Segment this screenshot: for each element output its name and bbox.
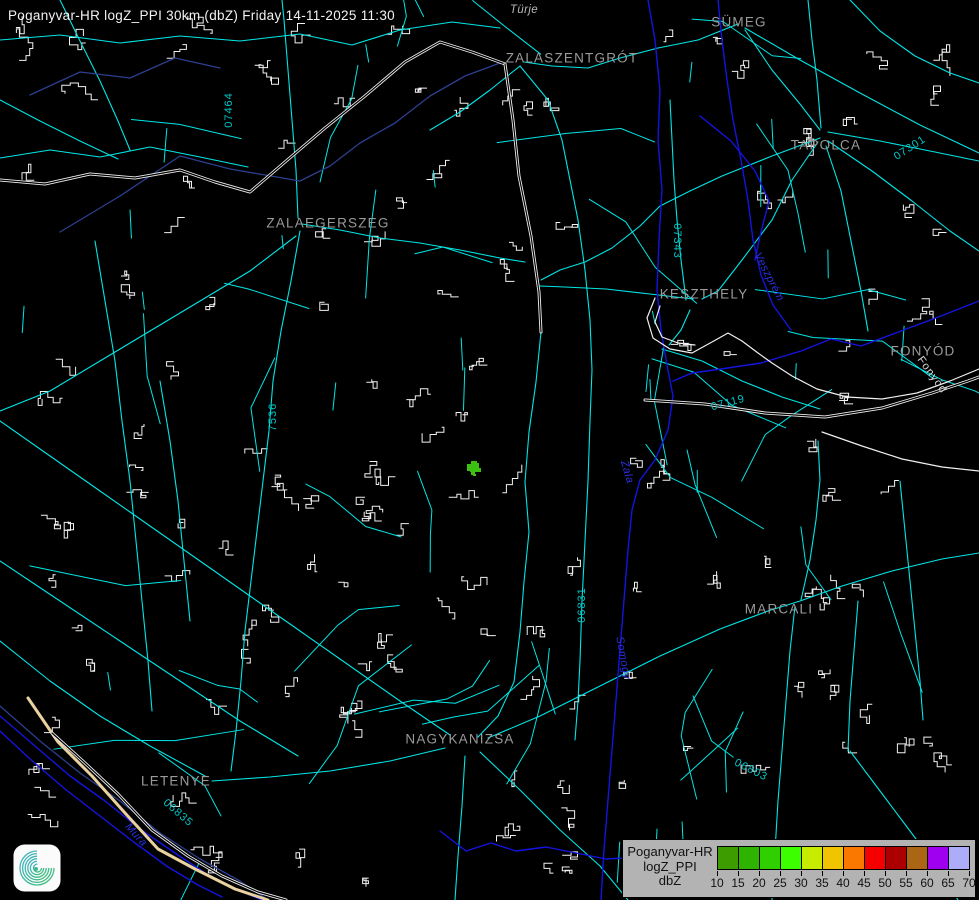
legend-tick-label: 50	[878, 876, 891, 890]
river-label: Somogy	[613, 636, 632, 681]
legend-title: Poganyvar-HR logZ_PPI dbZ	[625, 845, 715, 889]
legend-color-cell	[718, 847, 739, 869]
legend-color-cell	[823, 847, 844, 869]
legend-tick-label: 20	[752, 876, 765, 890]
legend-tick-label: 70	[962, 876, 975, 890]
city-label: Türje	[510, 4, 538, 16]
spiral-center-dot	[34, 867, 38, 871]
map-labels-layer: Poganyvar-HR logZ_PPI 30km (dbZ) Friday …	[0, 0, 979, 900]
legend-tick-label: 65	[941, 876, 954, 890]
road-number-label: 06835	[161, 797, 196, 829]
road-number-label: 07301	[892, 133, 928, 162]
road-number-label: 07343	[671, 223, 683, 259]
river-label: Mura	[122, 821, 149, 849]
product-title: Poganyvar-HR logZ_PPI 30km (dbZ) Friday …	[8, 8, 395, 23]
legend-colorbar	[717, 846, 970, 870]
legend-title-line1: Poganyvar-HR	[625, 845, 715, 860]
legend-color-cell	[907, 847, 928, 869]
legend-tick-label: 40	[836, 876, 849, 890]
city-label: TAPOLCA	[791, 138, 861, 153]
legend-tick-label: 55	[899, 876, 912, 890]
river-label: Zala	[618, 459, 636, 485]
legend-color-cell	[739, 847, 760, 869]
shore-place-label: Fonyód	[915, 354, 950, 396]
legend-tick-label: 30	[794, 876, 807, 890]
legend-unit-label: dbZ	[625, 874, 715, 889]
road-number-label: 7536	[267, 403, 279, 431]
city-label: MARCALI	[745, 602, 813, 617]
legend-color-cell	[802, 847, 823, 869]
road-number-label: 06803	[732, 757, 769, 784]
city-label: KESZTHELY	[660, 287, 749, 302]
legend-panel: Poganyvar-HR logZ_PPI dbZ 10 15 20 25 30 35 40…	[622, 839, 976, 898]
radar-map-stage: Poganyvar-HR logZ_PPI 30km (dbZ) Friday …	[0, 0, 979, 900]
city-label: LETENYE	[141, 774, 211, 789]
city-label: SÜMEG	[711, 15, 767, 30]
legend-tick-label: 15	[731, 876, 744, 890]
legend-color-cell	[886, 847, 907, 869]
legend-color-cell	[844, 847, 865, 869]
legend-tick-label: 25	[773, 876, 786, 890]
legend-color-cell	[928, 847, 949, 869]
legend-color-cell	[781, 847, 802, 869]
legend-tick-label: 45	[857, 876, 870, 890]
legend-color-cell	[865, 847, 886, 869]
legend-color-cell	[949, 847, 969, 869]
city-label: ZALAEGERSZEG	[266, 216, 389, 231]
legend-tick-label: 10	[710, 876, 723, 890]
city-label: NAGYKANIZSA	[405, 732, 514, 747]
hungaromet-logo	[13, 844, 61, 892]
river-label: Veszprém	[752, 251, 787, 304]
legend-title-line2: logZ_PPI	[625, 860, 715, 875]
legend-color-cell	[760, 847, 781, 869]
legend-tick-label: 35	[815, 876, 828, 890]
city-label: ZALASZENTGRÓT	[506, 51, 639, 66]
road-number-label: 06831	[576, 587, 588, 623]
legend-tick-label: 60	[920, 876, 933, 890]
road-number-label: 07464	[223, 92, 235, 128]
road-number-label: 07119	[710, 393, 747, 414]
